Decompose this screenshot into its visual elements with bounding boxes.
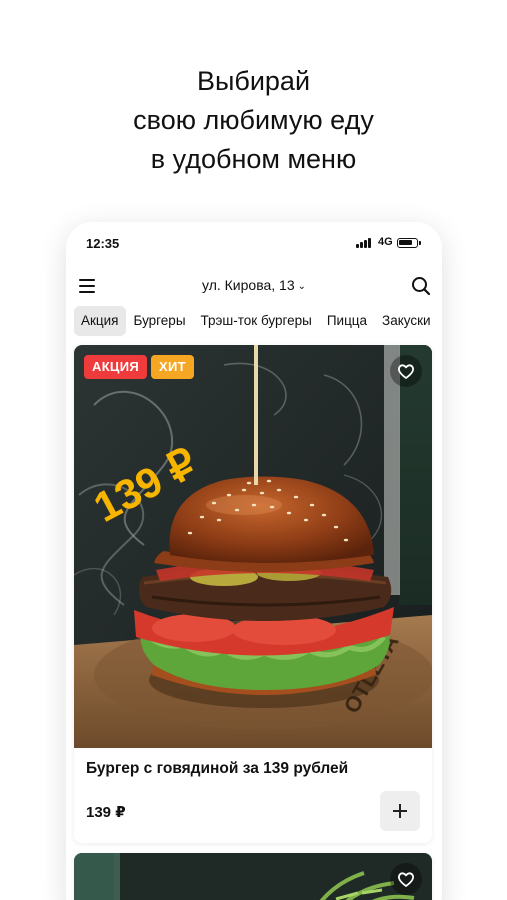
plus-icon[interactable]: [380, 791, 420, 831]
tab-burgers[interactable]: Бургеры: [127, 306, 193, 336]
promo-badge: АКЦИЯ: [84, 355, 148, 379]
badge-group: АКЦИЯ ХИТ: [84, 355, 198, 379]
hit-badge: ХИТ: [151, 355, 194, 379]
headline-line-1: Выбирай: [196, 66, 311, 96]
headline: Выбирай свою любимую еду в удобном меню: [0, 62, 507, 179]
tab-pizza[interactable]: Пицца: [320, 306, 374, 336]
product-card[interactable]: OTLETA: [74, 345, 432, 843]
tab-snacks[interactable]: Закуски: [375, 306, 438, 336]
address-selector[interactable]: ул. Кирова, 13 ⌄: [66, 277, 442, 293]
product-card[interactable]: [74, 853, 432, 900]
network-type: 4G: [378, 236, 393, 248]
headline-line-3: в удобном меню: [150, 144, 357, 174]
product-price: 139 ₽: [86, 804, 126, 821]
tab-trash-talk-burgers[interactable]: Трэш-ток бургеры: [194, 306, 319, 336]
address-label: ул. Кирова, 13: [202, 277, 295, 293]
app-bar: ул. Кирова, 13 ⌄: [66, 266, 442, 306]
product-image[interactable]: [74, 853, 432, 900]
headline-line-2: свою любимую еду: [133, 105, 374, 135]
search-icon[interactable]: [410, 275, 432, 297]
signal-icon: [356, 238, 372, 248]
category-tabs: Акция Бургеры Трэш-ток бургеры Пицца Закуски: [74, 306, 442, 338]
phone-mockup: 12:35 4G ул. Кирова, 13 ⌄ Акция Бургеры Трэ…: [66, 222, 442, 900]
product-title[interactable]: Бургер с говядиной за 139 рублей: [86, 760, 348, 778]
heart-icon[interactable]: [390, 355, 422, 387]
status-time: 12:35: [86, 236, 120, 251]
chevron-down-icon: ⌄: [297, 281, 306, 292]
battery-icon: [397, 238, 421, 248]
tab-promo[interactable]: Акция: [74, 306, 126, 336]
product-image[interactable]: OTLETA: [74, 345, 432, 748]
status-bar: 12:35 4G: [66, 222, 442, 266]
heart-icon[interactable]: [390, 863, 422, 895]
